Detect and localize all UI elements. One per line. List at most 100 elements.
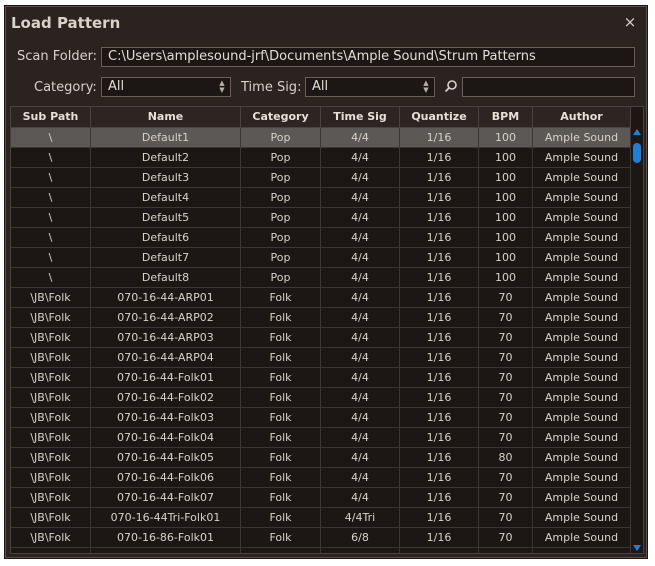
cell-author: Ample Sound bbox=[533, 508, 631, 527]
cell-author: Ample Sound bbox=[533, 368, 631, 387]
search-input[interactable] bbox=[462, 77, 635, 97]
table-row[interactable]: \JB\Folk 070-16-44-ARP04 Folk 4/4 1/16 70 Ampl… bbox=[11, 348, 631, 368]
table-row[interactable]: \ Default6 Pop 4/4 1/16 100 Ample Sound bbox=[11, 228, 631, 248]
table-row[interactable]: \JB\Folk 070-16-44-Folk03 Folk 4/4 1/16 70 Amp… bbox=[11, 408, 631, 428]
column-header-time-sig[interactable]: Time Sig bbox=[321, 107, 400, 127]
table-row[interactable]: \JB\Folk 070-16-44-ARP01 Folk 4/4 1/16 70 Ampl… bbox=[11, 288, 631, 308]
cell-time-sig: 4/4 bbox=[321, 468, 400, 487]
cell-author: Ample Sound bbox=[533, 348, 631, 367]
title-bar: Load Pattern × bbox=[6, 7, 646, 39]
cell-quantize: 1/16 bbox=[400, 488, 479, 507]
cell-category: Pop bbox=[241, 248, 321, 267]
cell-bpm: 100 bbox=[479, 168, 533, 187]
cell-bpm: 70 bbox=[479, 508, 533, 527]
pattern-table: Sub Path Name Category Time Sig Quantize BPM A… bbox=[10, 106, 644, 554]
column-header-category[interactable]: Category bbox=[241, 107, 321, 127]
cell-author: Ample Sound bbox=[533, 388, 631, 407]
table-row[interactable]: \JB\Folk 070-16-44-Folk04 Folk 4/4 1/16 70 Amp… bbox=[11, 428, 631, 448]
table-row[interactable]: \JB\Folk 070-16-44-Folk02 Folk 4/4 1/16 70 Amp… bbox=[11, 388, 631, 408]
table-row[interactable]: \JB\Folk 070-16-86-Folk01 Folk 6/8 1/16 70 Amp… bbox=[11, 528, 631, 548]
table-row[interactable]: \JB\Folk 070-16-44-Folk06 Folk 4/4 1/16 70 Amp… bbox=[11, 468, 631, 488]
table-row[interactable]: \JB\Folk 070-16-44-Folk05 Folk 4/4 1/16 80 Amp… bbox=[11, 448, 631, 468]
column-header-quantize[interactable]: Quantize bbox=[400, 107, 479, 127]
cell-name: Default4 bbox=[91, 188, 241, 207]
table-header: Sub Path Name Category Time Sig Quantize BPM A… bbox=[11, 107, 631, 128]
scroll-down-arrow-icon[interactable] bbox=[633, 545, 641, 551]
cell-time-sig: 4/4 bbox=[321, 308, 400, 327]
cell-quantize: 1/16 bbox=[400, 248, 479, 267]
close-button[interactable]: × bbox=[622, 13, 638, 31]
cell-name: 070-16-44-Folk06 bbox=[91, 468, 241, 487]
cell-quantize: 1/16 bbox=[400, 328, 479, 347]
cell-quantize: 1/16 bbox=[400, 368, 479, 387]
cell-time-sig: 4/4 bbox=[321, 188, 400, 207]
category-select-value: All bbox=[108, 79, 125, 94]
column-header-name[interactable]: Name bbox=[91, 107, 241, 127]
table-row[interactable]: \JB\Folk 070-16-44Tri-Folk01 Folk 4/4Tri 1/1… bbox=[11, 508, 631, 528]
cell-quantize: 1/16 bbox=[400, 208, 479, 227]
table-row[interactable]: \ Default3 Pop 4/4 1/16 100 Ample Sound bbox=[11, 168, 631, 188]
cell-bpm: 100 bbox=[479, 128, 533, 147]
cell-author: Ample Sound bbox=[533, 168, 631, 187]
cell-name: 070-16-44-ARP04 bbox=[91, 348, 241, 367]
cell-sub-path: \JB\Folk bbox=[11, 328, 91, 347]
cell-bpm: 70 bbox=[479, 408, 533, 427]
cell-name: Default1 bbox=[91, 128, 241, 147]
table-row[interactable]: \ Default5 Pop 4/4 1/16 100 Ample Sound bbox=[11, 208, 631, 228]
cell-bpm: 70 bbox=[479, 488, 533, 507]
table-row[interactable]: \JB\Folk 070-16-44-ARP02 Folk 4/4 1/16 70 Ampl… bbox=[11, 308, 631, 328]
cell-quantize: 1/16 bbox=[400, 388, 479, 407]
table-row[interactable]: \ Default8 Pop 4/4 1/16 100 Ample Sound bbox=[11, 268, 631, 288]
table-row[interactable]: \JB\Folk 070-16-44-Folk01 Folk 4/4 1/16 70 Amp… bbox=[11, 368, 631, 388]
table-row[interactable]: \JB\Folk070-16-86-Folk02Folk6/81/1670Amp… bbox=[11, 548, 631, 553]
cell-name: 070-16-44-ARP02 bbox=[91, 308, 241, 327]
cell-sub-path: \JB\Folk bbox=[11, 308, 91, 327]
cell-name: Default2 bbox=[91, 148, 241, 167]
cell-time-sig: 4/4 bbox=[321, 248, 400, 267]
cell-category: Pop bbox=[241, 228, 321, 247]
cell-sub-path: \ bbox=[11, 188, 91, 207]
scrollbar-thumb[interactable] bbox=[633, 143, 641, 163]
cell-author: Ample Sound bbox=[533, 428, 631, 447]
scan-folder-input[interactable]: C:\Users\amplesound-jrf\Documents\Ample … bbox=[101, 47, 635, 67]
cell-quantize: 1/16 bbox=[400, 468, 479, 487]
cell-quantize: 1/16 bbox=[400, 408, 479, 427]
cell-name: 070-16-44-Folk01 bbox=[91, 368, 241, 387]
table-row[interactable]: \ Default7 Pop 4/4 1/16 100 Ample Sound bbox=[11, 248, 631, 268]
search-icon[interactable] bbox=[444, 79, 458, 93]
table-row[interactable]: \JB\Folk 070-16-44-Folk07 Folk 4/4 1/16 70 Amp… bbox=[11, 488, 631, 508]
category-label: Category: bbox=[34, 80, 97, 95]
column-header-author[interactable]: Author bbox=[533, 107, 631, 127]
table-row[interactable]: \ Default4 Pop 4/4 1/16 100 Ample Sound bbox=[11, 188, 631, 208]
cell-author: Ample Sound bbox=[533, 148, 631, 167]
cell-author: Ample Sound bbox=[533, 548, 631, 553]
cell-time-sig: 4/4 bbox=[321, 408, 400, 427]
cell-time-sig: 4/4 bbox=[321, 228, 400, 247]
cell-bpm: 80 bbox=[479, 448, 533, 467]
cell-quantize: 1/16 bbox=[400, 188, 479, 207]
cell-sub-path: \ bbox=[11, 248, 91, 267]
table-row[interactable]: \ Default2 Pop 4/4 1/16 100 Ample Sound bbox=[11, 148, 631, 168]
scroll-up-arrow-icon[interactable] bbox=[633, 129, 641, 135]
vertical-scrollbar[interactable] bbox=[631, 127, 643, 553]
cell-quantize: 1/16 bbox=[400, 448, 479, 467]
cell-category: Folk bbox=[241, 368, 321, 387]
column-header-sub-path[interactable]: Sub Path bbox=[11, 107, 91, 127]
table-row[interactable]: \JB\Folk 070-16-44-ARP03 Folk 4/4 1/16 70 Ampl… bbox=[11, 328, 631, 348]
category-select[interactable]: All ▲ ▼ bbox=[101, 77, 231, 97]
cell-name: 070-16-44-ARP01 bbox=[91, 288, 241, 307]
cell-name: Default8 bbox=[91, 268, 241, 287]
cell-sub-path: \JB\Folk bbox=[11, 468, 91, 487]
cell-bpm: 100 bbox=[479, 228, 533, 247]
cell-sub-path: \ bbox=[11, 148, 91, 167]
cell-quantize: 1/16 bbox=[400, 508, 479, 527]
timesig-select[interactable]: All ▲ ▼ bbox=[305, 77, 435, 97]
cell-author: Ample Sound bbox=[533, 468, 631, 487]
cell-quantize: 1/16 bbox=[400, 148, 479, 167]
cell-author: Ample Sound bbox=[533, 528, 631, 547]
dialog-title: Load Pattern bbox=[11, 14, 121, 32]
column-header-bpm[interactable]: BPM bbox=[479, 107, 533, 127]
cell-bpm: 100 bbox=[479, 188, 533, 207]
cell-sub-path: \JB\Folk bbox=[11, 528, 91, 547]
table-row[interactable]: \ Default1 Pop 4/4 1/16 100 Ample Sound bbox=[11, 128, 631, 148]
